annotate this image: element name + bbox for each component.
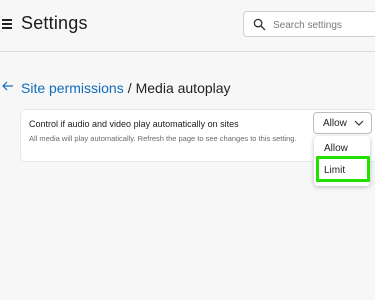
search-icon [253, 18, 266, 31]
option-limit-label: Limit [324, 165, 346, 176]
setting-label: Control if audio and video play automati… [29, 119, 239, 129]
hamburger-menu-icon[interactable] [2, 19, 13, 30]
option-limit[interactable]: Limit [314, 160, 370, 180]
breadcrumb-site-permissions-link[interactable]: Site permissions [21, 80, 124, 96]
search-input[interactable] [273, 16, 375, 34]
search-box[interactable] [243, 11, 375, 37]
autoplay-select[interactable]: Allow [313, 112, 372, 134]
option-allow-label: Allow [324, 143, 348, 154]
chevron-down-icon [354, 120, 364, 126]
settings-header: Settings [0, 0, 375, 52]
breadcrumb: Site permissions / Media autoplay [21, 80, 231, 96]
breadcrumb-separator: / [127, 80, 132, 96]
option-allow[interactable]: Allow [314, 138, 370, 158]
autoplay-select-value: Allow [323, 118, 347, 129]
back-arrow-icon[interactable] [2, 80, 14, 92]
setting-description: All media will play automatically. Refre… [29, 134, 297, 143]
page-title: Settings [21, 13, 88, 33]
autoplay-options-menu: Allow Limit [314, 136, 370, 186]
breadcrumb-current: Media autoplay [135, 80, 231, 96]
